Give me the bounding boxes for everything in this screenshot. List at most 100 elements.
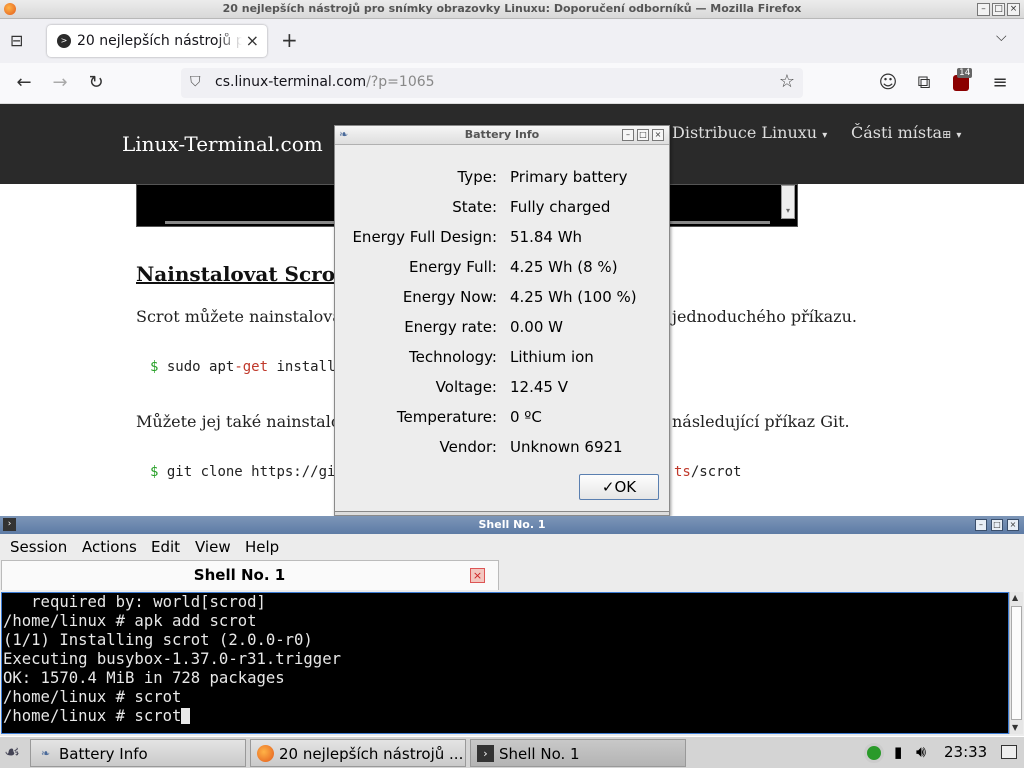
extensions-icon[interactable]: ⧉ [912,71,936,95]
tracking-shield-icon[interactable]: ⛉ [190,74,201,90]
menu-actions[interactable]: Actions [82,538,137,556]
show-desktop-icon[interactable] [1001,745,1017,759]
label-energy-full: Energy Full: [409,258,497,276]
label-voltage: Voltage: [435,378,497,396]
section-heading: Nainstalovat Scrot [136,262,345,286]
firefox-navbar: ← → ↻ ⛉ cs.linux-terminal.com/?p=1065 ☆ … [0,63,1024,104]
taskbar: ☙ ❧ Battery Info 20 nejlepších nástrojů … [0,736,1024,768]
extension-badge: 14 [957,68,973,78]
firefox-titlebar: 20 nejlepších nástrojů pro snímky obrazo… [0,0,1024,19]
terminal-line: OK: 1570.4 MiB in 728 packages [3,669,285,687]
task-shell[interactable]: › Shell No. 1 [470,739,686,767]
menu-edit[interactable]: Edit [151,538,180,556]
label-energy-full-design: Energy Full Design: [352,228,497,246]
label-energy-now: Energy Now: [402,288,497,306]
label-state: State: [452,198,497,216]
tab-list-chevron-icon[interactable]: ⌵ [996,29,1007,45]
account-icon[interactable]: ☺ [876,71,900,95]
paragraph-2-end: následující příkaz Git. [672,412,850,431]
back-icon[interactable]: ← [12,71,36,95]
maximize-button[interactable]: □ [992,3,1005,16]
task-battery-info[interactable]: ❧ Battery Info [30,739,246,767]
value-temperature: 0 ºC [510,408,542,426]
dialog-maximize-button[interactable]: □ [637,129,649,141]
dialog-title: Battery Info [464,128,540,141]
terminal-window: › Shell No. 1 – □ × Session Actions Edit… [0,516,1024,736]
url-bar[interactable]: ⛉ cs.linux-terminal.com/?p=1065 ☆ [181,68,803,98]
clock[interactable]: 23:33 [944,743,987,761]
volume-icon[interactable]: 🔊︎ [916,742,926,762]
battery-icon[interactable]: ▮ [894,743,902,761]
terminal-tab[interactable]: Shell No. 1 × [1,560,499,590]
firefox-view-icon[interactable]: ⊟ [10,31,23,50]
menu-casti-mista[interactable]: Části místa⊞ ▾ [851,123,961,142]
label-type: Type: [457,168,497,186]
terminal-prompt-line: /home/linux # scrot [3,707,191,725]
terminal-title: Shell No. 1 [478,518,546,531]
terminal-line: Executing busybox-1.37.0-r31.trigger [3,650,341,668]
terminal-line: required by: world[scrod] [3,593,266,611]
task-label: Battery Info [59,745,148,763]
task-label: 20 nejlepších nástrojů ... [279,745,463,763]
value-energy-full: 4.25 Wh (8 %) [510,258,618,276]
value-state: Fully charged [510,198,611,216]
url-text[interactable]: cs.linux-terminal.com/?p=1065 [215,74,435,90]
scrollbar-thumb[interactable] [1011,606,1022,720]
value-voltage: 12.45 V [510,378,568,396]
menu-hamburger-icon[interactable]: ≡ [988,71,1012,95]
scroll-down-icon[interactable]: ▼ [1012,723,1018,732]
task-label: Shell No. 1 [499,745,580,763]
terminal-tab-close-icon[interactable]: × [470,568,485,583]
value-energy-full-design: 51.84 Wh [510,228,583,246]
bookmark-star-icon[interactable]: ☆ [779,71,795,92]
paragraph-1: Scrot můžete nainstalovat [136,307,349,326]
terminal-tab-label: Shell No. 1 [193,566,286,584]
terminal-close-button[interactable]: × [1007,519,1019,531]
network-status-icon[interactable] [864,743,884,763]
value-type: Primary battery [510,168,628,186]
ublock-shield-icon[interactable]: 14 [950,68,974,95]
ok-button[interactable]: ✓OK [579,474,659,500]
forward-icon[interactable]: → [48,71,72,95]
start-menu-icon[interactable]: ☙ [4,742,20,763]
terminal-minimize-button[interactable]: – [975,519,987,531]
terminal-task-icon: › [477,745,494,762]
dialog-minimize-button[interactable]: – [622,129,634,141]
terminal-scrollbar[interactable]: ▲ ▼ [1009,592,1023,734]
value-vendor: Unknown 6921 [510,438,623,456]
minimize-button[interactable]: – [977,3,990,16]
close-button[interactable]: × [1007,3,1020,16]
terminal-maximize-button[interactable]: □ [991,519,1003,531]
terminal-output[interactable]: required by: world[scrod] /home/linux # … [1,592,1009,734]
checkmark-icon: ✓ [601,478,615,496]
task-firefox[interactable]: 20 nejlepších nástrojů ... [250,739,466,767]
firefox-window-title: 20 nejlepších nástrojů pro snímky obrazo… [222,2,802,15]
paragraph-1-end: jednoduchého příkazu. [672,307,857,326]
site-logo[interactable]: Linux-Terminal.com [122,132,323,156]
battery-info-dialog: ❧ Battery Info – □ × Type: Primary batte… [334,125,670,516]
dialog-titlebar[interactable]: ❧ Battery Info – □ × [335,126,669,145]
scroll-up-icon[interactable]: ▲ [1012,593,1018,602]
menu-help[interactable]: Help [245,538,279,556]
terminal-line: (1/1) Installing scrot (2.0.0-r0) [3,631,313,649]
embed-scrollbar[interactable]: ▾ [781,185,795,219]
tab-title: 20 nejlepších nástrojů pro snímky obrazo… [77,33,242,49]
label-energy-rate: Energy rate: [404,318,497,336]
terminal-menubar: Session Actions Edit View Help [0,535,1024,559]
menu-distribuce[interactable]: Distribuce Linuxu ▾ [672,123,827,142]
tab-close-icon[interactable]: × [246,31,259,50]
new-tab-button[interactable]: + [281,28,298,52]
firefox-tabbar: ⊟ > 20 nejlepších nástrojů pro snímky ob… [0,19,1024,63]
value-technology: Lithium ion [510,348,594,366]
menu-view[interactable]: View [195,538,231,556]
battery-app-icon: ❧ [40,747,51,760]
browser-tab[interactable]: > 20 nejlepších nástrojů pro snímky obra… [47,25,267,57]
terminal-titlebar[interactable]: › Shell No. 1 – □ × [0,516,1024,534]
menu-session[interactable]: Session [10,538,67,556]
value-energy-now: 4.25 Wh (100 %) [510,288,637,306]
dialog-close-button[interactable]: × [652,129,664,141]
code-block-2-end: ts/scrot [674,464,742,480]
dialog-bottom-border [335,511,669,515]
terminal-line: /home/linux # scrot [3,688,182,706]
reload-icon[interactable]: ↻ [84,71,108,95]
